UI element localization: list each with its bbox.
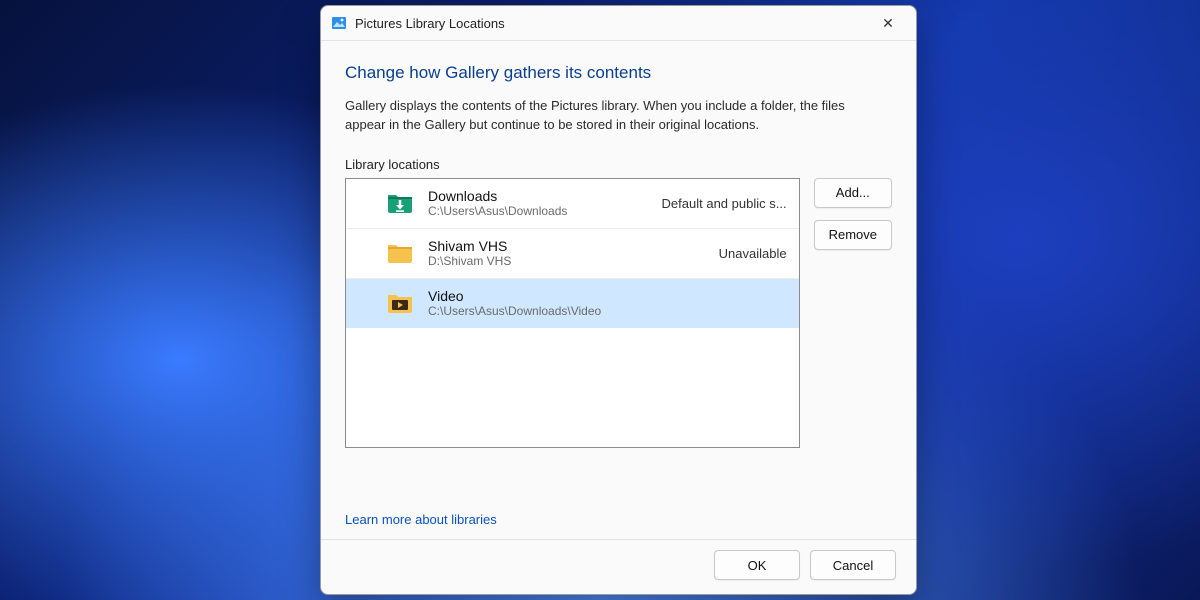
remove-button[interactable]: Remove (814, 220, 892, 250)
learn-more-link[interactable]: Learn more about libraries (345, 512, 892, 527)
location-row[interactable]: VideoC:\Users\Asus\Downloads\Video (346, 278, 799, 328)
location-name: Downloads (428, 188, 648, 204)
ok-button[interactable]: OK (714, 550, 800, 580)
video-folder-icon (386, 291, 414, 315)
location-text: DownloadsC:\Users\Asus\Downloads (428, 188, 648, 218)
list-label: Library locations (345, 157, 892, 172)
titlebar: Pictures Library Locations ✕ (321, 6, 916, 41)
side-buttons: Add... Remove (814, 178, 892, 498)
location-path: C:\Users\Asus\Downloads (428, 204, 648, 218)
dialog-footer: OK Cancel (321, 539, 916, 594)
desktop-wallpaper: Pictures Library Locations ✕ Change how … (0, 0, 1200, 600)
location-row[interactable]: Shivam VHSD:\Shivam VHS Unavailable (346, 228, 799, 278)
location-path: C:\Users\Asus\Downloads\Video (428, 304, 773, 318)
location-path: D:\Shivam VHS (428, 254, 705, 268)
pictures-library-dialog: Pictures Library Locations ✕ Change how … (320, 5, 917, 595)
location-row[interactable]: DownloadsC:\Users\Asus\Downloads Default … (346, 179, 799, 228)
dialog-body: Change how Gallery gathers its contents … (321, 41, 916, 539)
location-text: VideoC:\Users\Asus\Downloads\Video (428, 288, 773, 318)
folder-icon (386, 241, 414, 265)
location-name: Shivam VHS (428, 238, 705, 254)
downloads-folder-icon (386, 191, 414, 215)
add-button[interactable]: Add... (814, 178, 892, 208)
location-status: Unavailable (719, 246, 787, 261)
cancel-button[interactable]: Cancel (810, 550, 896, 580)
close-button[interactable]: ✕ (866, 8, 910, 38)
dialog-description: Gallery displays the contents of the Pic… (345, 97, 885, 135)
pictures-app-icon (331, 15, 347, 31)
dialog-heading: Change how Gallery gathers its contents (345, 63, 892, 83)
location-status: Default and public s... (662, 196, 787, 211)
close-icon: ✕ (882, 16, 894, 30)
location-text: Shivam VHSD:\Shivam VHS (428, 238, 705, 268)
locations-area: DownloadsC:\Users\Asus\Downloads Default … (345, 178, 892, 498)
location-name: Video (428, 288, 773, 304)
titlebar-title: Pictures Library Locations (355, 16, 866, 31)
locations-listbox[interactable]: DownloadsC:\Users\Asus\Downloads Default … (345, 178, 800, 448)
